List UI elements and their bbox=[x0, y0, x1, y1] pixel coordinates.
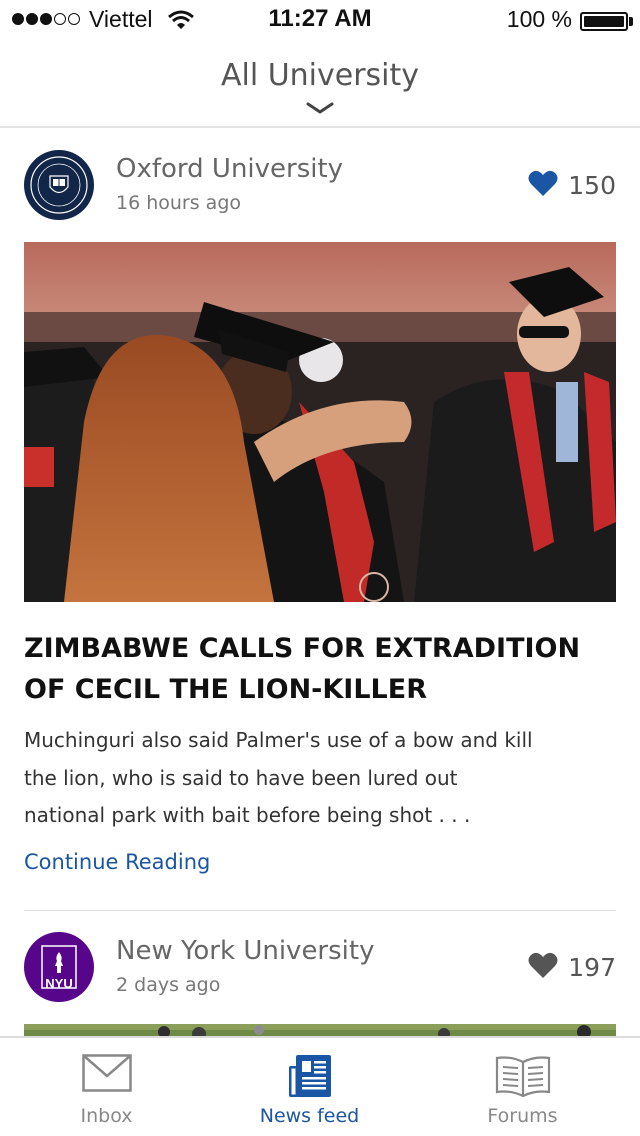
post-excerpt: Muchinguri also said Palmer's use of a b… bbox=[24, 728, 533, 827]
battery-icon bbox=[580, 12, 628, 31]
nyu-logo-text: NYU bbox=[45, 976, 73, 991]
nyu-logo-avatar[interactable]: NYU bbox=[24, 932, 94, 1002]
continue-reading-link[interactable]: Continue Reading bbox=[24, 850, 210, 874]
tab-bar: Inbox News feed Forums bbox=[0, 1036, 640, 1136]
forums-icon[interactable] bbox=[495, 1054, 551, 1102]
tab-forums[interactable]: Forums bbox=[416, 1038, 629, 1136]
heart-icon[interactable] bbox=[528, 952, 558, 983]
like-count: 150 bbox=[568, 171, 616, 200]
tab-news-feed[interactable]: News feed bbox=[203, 1038, 416, 1136]
battery-tip bbox=[629, 17, 633, 26]
tab-inbox[interactable]: Inbox bbox=[0, 1038, 213, 1136]
chevron-down-icon[interactable] bbox=[305, 100, 335, 119]
inbox-icon[interactable] bbox=[81, 1054, 132, 1096]
tab-label-news-feed: News feed bbox=[259, 1105, 360, 1127]
post-photo[interactable] bbox=[24, 242, 616, 602]
nav-header[interactable]: All University bbox=[0, 40, 640, 128]
post-author[interactable]: Oxford University bbox=[116, 154, 343, 184]
post-divider bbox=[24, 910, 616, 911]
post-author[interactable]: New York University bbox=[116, 936, 374, 966]
tab-label-forums: Forums bbox=[487, 1105, 558, 1127]
heart-icon[interactable] bbox=[528, 170, 558, 201]
newsfeed-icon[interactable] bbox=[288, 1054, 332, 1102]
page-title[interactable]: All University bbox=[0, 58, 640, 93]
like-counter[interactable]: 150 bbox=[528, 170, 616, 201]
oxford-crest-avatar[interactable] bbox=[24, 150, 94, 220]
like-counter[interactable]: 197 bbox=[528, 952, 616, 983]
post-timestamp: 2 days ago bbox=[116, 974, 221, 996]
like-count: 197 bbox=[568, 953, 616, 982]
post-headline[interactable]: ZIMBABWE CALLS FOR EXTRADITION OF CECIL … bbox=[24, 628, 616, 710]
tab-label-inbox: Inbox bbox=[80, 1105, 133, 1127]
status-bar: Viettel 11:27 AM 100 % bbox=[0, 0, 640, 40]
post-timestamp: 16 hours ago bbox=[116, 192, 242, 214]
battery-percent: 100 % bbox=[506, 6, 572, 32]
